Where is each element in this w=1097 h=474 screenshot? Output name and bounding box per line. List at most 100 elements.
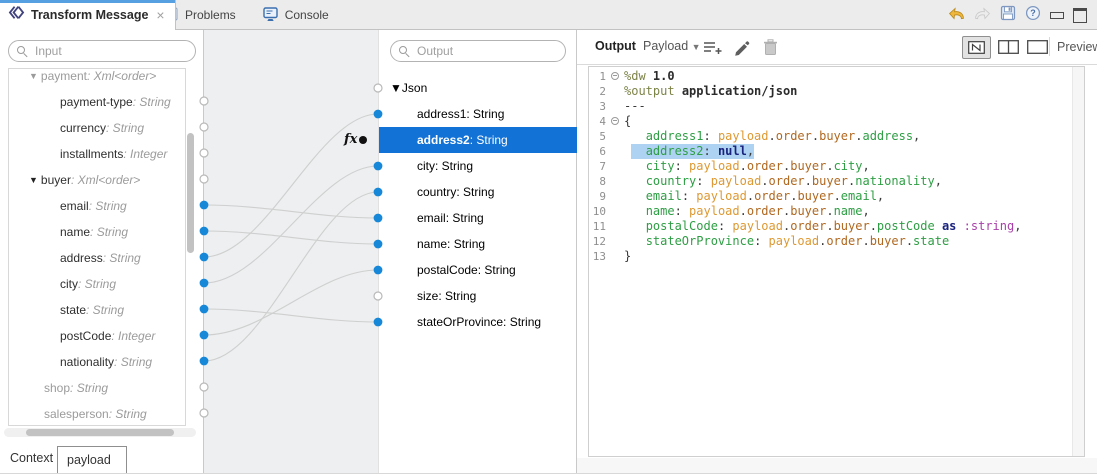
fx-connection-dot	[359, 136, 367, 144]
field-type: : String	[435, 159, 473, 173]
tree-item-payment-type[interactable]: payment-type : String	[9, 89, 186, 115]
expand-arrow-icon[interactable]: ▼	[29, 175, 38, 185]
code-line-9[interactable]: 9 email: payload.order.buyer.email,	[590, 189, 1084, 204]
field-type: : String	[70, 381, 108, 395]
code-line-5[interactable]: 5 address1: payload.order.buyer.address,	[590, 129, 1084, 144]
line-number: 13	[590, 249, 606, 264]
line-number: 3	[590, 99, 606, 114]
context-label: Context	[10, 451, 53, 465]
field-type: : String	[133, 95, 171, 109]
toolbar-separator	[1049, 37, 1050, 56]
fx-expression-marker[interactable]: fx	[344, 132, 367, 147]
input-search-field[interactable]	[33, 43, 187, 59]
undo-icon[interactable]	[948, 4, 965, 26]
help-icon[interactable]: ?	[1025, 5, 1041, 26]
code-line-8[interactable]: 8 country: payload.order.buyer.nationali…	[590, 174, 1084, 189]
fold-gutter	[608, 129, 624, 144]
tree-item-payment[interactable]: ▼payment : Xml<order>	[9, 68, 186, 89]
line-number: 7	[590, 159, 606, 174]
field-type: : Integer	[123, 147, 167, 161]
fold-gutter	[608, 234, 624, 249]
code-line-2[interactable]: 2%output application/json	[590, 84, 1084, 99]
code-line-13[interactable]: 13}	[590, 249, 1084, 264]
tree-item-address[interactable]: address : String	[9, 245, 186, 271]
maximize-icon[interactable]	[1073, 8, 1087, 23]
selected-code-text: address2: null,	[631, 144, 754, 159]
preview-link[interactable]: Preview	[1057, 40, 1097, 54]
tree-item-state[interactable]: state : String	[9, 297, 186, 323]
edit-expression-icon[interactable]	[733, 39, 750, 61]
editor-scrollbar[interactable]	[1072, 67, 1084, 456]
code-line-11[interactable]: 11 postalCode: payload.order.buyer.postC…	[590, 219, 1084, 234]
redo-icon[interactable]	[974, 4, 991, 26]
field-type: : String	[109, 407, 147, 421]
dataweave-code-editor[interactable]: 1%dw 1.02%output application/json3---4{5…	[588, 66, 1085, 457]
fold-toggle-icon[interactable]	[608, 114, 624, 129]
delete-icon[interactable]	[763, 39, 778, 61]
field-type: : String	[456, 185, 494, 199]
tree-item-Json[interactable]: ▼Json	[379, 75, 586, 101]
minimize-icon[interactable]	[1050, 12, 1064, 19]
view-mode-single-button[interactable]	[1025, 38, 1049, 55]
line-number: 12	[590, 234, 606, 249]
expand-arrow-icon[interactable]: ▼	[29, 71, 38, 81]
output-search-field[interactable]	[415, 43, 557, 59]
field-name: name	[60, 225, 90, 239]
code-line-7[interactable]: 7 city: payload.order.buyer.city,	[590, 159, 1084, 174]
field-name: address1	[417, 107, 466, 121]
code-line-1[interactable]: 1%dw 1.0	[590, 69, 1084, 84]
line-number: 9	[590, 189, 606, 204]
add-transformation-icon[interactable]	[703, 41, 723, 60]
field-name: nationality	[60, 355, 114, 369]
scrollbar-thumb[interactable]	[26, 429, 174, 436]
field-type: : String	[90, 225, 128, 239]
tree-item-salesperson[interactable]: salesperson : String	[9, 401, 186, 426]
search-icon	[399, 46, 410, 57]
tree-item-shop[interactable]: shop : String	[9, 375, 186, 401]
tab-transform-message[interactable]: Transform Message ×	[0, 0, 176, 30]
code-line-4[interactable]: 4{	[590, 114, 1084, 129]
tree-item-city[interactable]: city : String	[9, 271, 186, 297]
field-name: city	[417, 159, 435, 173]
field-name: currency	[60, 121, 106, 135]
field-type: : Xml<order>	[71, 173, 140, 187]
code-line-12[interactable]: 12 stateOrProvince: payload.order.buyer.…	[590, 234, 1084, 249]
tree-item-buyer[interactable]: ▼buyer : Xml<order>	[9, 167, 186, 193]
transform-message-icon	[8, 4, 25, 26]
field-name: size	[417, 289, 438, 303]
line-number: 11	[590, 219, 606, 234]
tree-item-nationality[interactable]: nationality : String	[9, 349, 186, 375]
fold-gutter	[608, 174, 624, 189]
fold-gutter	[608, 219, 624, 234]
input-tree-horizontal-scrollbar[interactable]	[4, 428, 196, 437]
line-number: 6	[590, 144, 606, 159]
close-tab-icon[interactable]: ×	[156, 8, 164, 22]
fold-toggle-icon[interactable]	[608, 69, 624, 84]
tab-console[interactable]: Console	[262, 6, 329, 25]
save-icon[interactable]	[1000, 5, 1016, 26]
code-line-3[interactable]: 3---	[590, 99, 1084, 114]
payload-tab-label: payload	[67, 453, 111, 467]
input-tree-vertical-scrollbar[interactable]	[187, 133, 194, 253]
view-mode-tree-and-code-button[interactable]	[962, 36, 991, 59]
tree-item-name[interactable]: name : String	[9, 219, 186, 245]
input-search[interactable]	[8, 40, 196, 62]
tab-payload[interactable]: payload	[57, 446, 127, 473]
tree-item-installments[interactable]: installments : Integer	[9, 141, 186, 167]
tree-item-email[interactable]: email : String	[9, 193, 186, 219]
code-line-6[interactable]: 6 address2: null,	[590, 144, 1084, 159]
line-number: 8	[590, 174, 606, 189]
field-name: Json	[402, 81, 427, 95]
tree-item-currency[interactable]: currency : String	[9, 115, 186, 141]
payload-dropdown[interactable]: Payload ▼	[643, 39, 701, 53]
tree-item-postCode[interactable]: postCode : Integer	[9, 323, 186, 349]
line-number: 10	[590, 204, 606, 219]
expand-arrow-icon[interactable]: ▼	[390, 81, 402, 95]
output-search[interactable]	[390, 40, 566, 62]
view-mode-split-button[interactable]	[996, 38, 1020, 55]
field-type: : Xml<order>	[87, 69, 156, 83]
toolbar-border	[577, 64, 1097, 65]
fold-gutter	[608, 204, 624, 219]
mapping-canvas	[204, 30, 378, 473]
code-line-10[interactable]: 10 name: payload.order.buyer.name,	[590, 204, 1084, 219]
